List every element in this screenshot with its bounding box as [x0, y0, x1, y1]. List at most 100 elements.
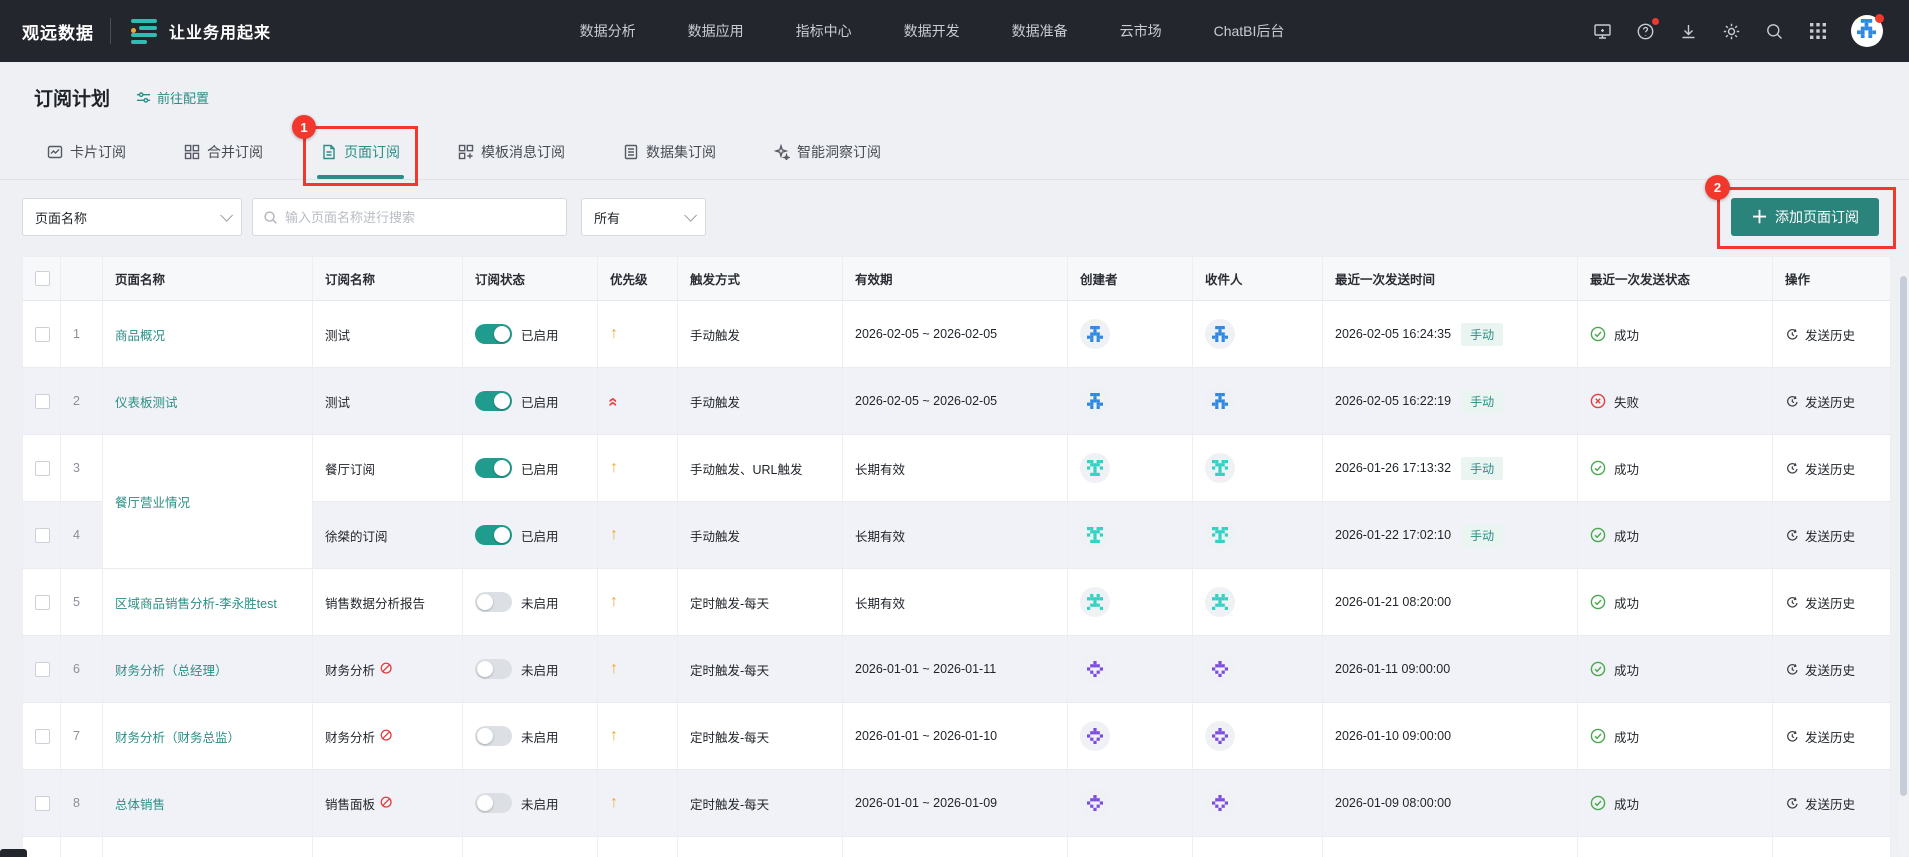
tab-模板消息订阅[interactable]: 模板消息订阅 [454, 128, 569, 179]
floating-widget-partial [0, 849, 27, 857]
row-index: 2 [60, 367, 103, 435]
nav-item-2[interactable]: 指标中心 [796, 21, 852, 41]
user-avatar[interactable] [1850, 14, 1884, 47]
subscription-toggle[interactable] [475, 525, 512, 545]
nav-item-3[interactable]: 数据开发 [904, 21, 960, 41]
page-link[interactable]: 财务分析（总经理） [115, 664, 228, 678]
row-checkbox[interactable] [35, 661, 50, 677]
page-link[interactable]: 餐厅营业情况 [115, 496, 190, 510]
identicon-cyan [1212, 460, 1228, 476]
download-icon[interactable] [1679, 21, 1699, 41]
prohibit-icon [380, 729, 392, 741]
priority-up-icon: ↑ [610, 727, 618, 744]
send-history-link[interactable]: 发送历史 [1785, 727, 1878, 746]
recipient-avatar [1205, 654, 1235, 684]
scrollbar-thumb[interactable] [1900, 276, 1907, 796]
page-link[interactable]: 总体销售 [115, 798, 165, 812]
validity-period: 2026-01-01 ~ 2026-01-10 [842, 702, 1068, 770]
last-send-time: 2026-02-05 16:22:19 [1335, 394, 1452, 408]
success-icon [1590, 326, 1606, 342]
last-send-time: 2026-01-09 08:00:00 [1335, 796, 1452, 810]
screencast-icon[interactable] [1593, 21, 1613, 41]
column-header: 页面名称 [102, 256, 313, 301]
send-status-label: 失败 [1614, 395, 1640, 410]
trigger-method: 定时触发-每天 [677, 568, 843, 636]
tab-合并订阅[interactable]: 合并订阅 [180, 128, 267, 179]
top-navbar: 观远数据 让业务用起来 数据分析 数据应用 指标中心 数据开发 数据准备 云市场 ChatB… [0, 0, 1909, 62]
search-input[interactable] [285, 209, 556, 225]
chevron-down-icon [220, 208, 233, 222]
row-checkbox[interactable] [35, 393, 50, 409]
send-history-link[interactable]: 发送历史 [1785, 459, 1878, 478]
nav-item-6[interactable]: ChatBI后台 [1214, 21, 1285, 41]
row-checkbox[interactable] [35, 594, 50, 610]
trigger-method: 手动触发 [677, 367, 843, 435]
manual-tag: 手动 [1461, 523, 1504, 547]
send-history-link[interactable]: 发送历史 [1785, 660, 1878, 679]
select-all-checkbox[interactable] [35, 271, 50, 287]
identicon-purple [1212, 728, 1228, 744]
validity-period: 2026-01-01 ~ 2026-01-09 [842, 769, 1068, 837]
add-page-subscription-button[interactable]: ＋ 添加页面订阅 [1731, 198, 1879, 236]
gear-icon[interactable] [1722, 21, 1742, 41]
subscription-toggle[interactable] [475, 324, 512, 344]
page-link[interactable]: 仪表板测试 [115, 396, 178, 410]
toggle-state-label: 已启用 [521, 462, 559, 477]
nav-item-5[interactable]: 云市场 [1120, 21, 1162, 41]
row-checkbox[interactable] [35, 795, 50, 811]
subscription-name: 销售数据分析报告 [325, 596, 426, 611]
subscription-toggle[interactable] [475, 793, 512, 813]
search-icon[interactable] [1765, 21, 1785, 41]
column-header: 操作 [1772, 256, 1891, 301]
toggle-state-label: 已启用 [521, 529, 559, 544]
row-checkbox[interactable] [35, 527, 50, 543]
help-icon[interactable] [1636, 18, 1659, 41]
column-header: 订阅状态 [462, 256, 598, 301]
subscription-toggle[interactable] [475, 726, 512, 746]
send-history-link[interactable]: 发送历史 [1785, 526, 1878, 545]
history-icon [1787, 797, 1798, 809]
identicon-blue [1857, 19, 1877, 38]
send-history-link[interactable]: 发送历史 [1785, 794, 1878, 813]
page-title: 订阅计划 [34, 88, 111, 110]
tab-页面订阅[interactable]: 1 页面订阅 [292, 115, 418, 186]
recipient-avatar [1205, 386, 1235, 416]
brand-logo-icon [127, 18, 157, 44]
nav-item-4[interactable]: 数据准备 [1012, 21, 1068, 41]
send-history-link[interactable]: 发送历史 [1785, 392, 1878, 411]
row-checkbox[interactable] [35, 326, 50, 342]
add-subscription-area: 2 ＋ 添加页面订阅 [1705, 175, 1896, 249]
send-status-label: 成功 [1614, 328, 1640, 343]
filter-field-select[interactable]: 页面名称 [22, 198, 242, 236]
subscription-toggle[interactable] [475, 458, 512, 478]
identicon-cyan2 [1087, 594, 1103, 610]
send-history-link[interactable]: 发送历史 [1785, 593, 1878, 612]
subscription-toggle[interactable] [475, 592, 512, 612]
vertical-scrollbar[interactable] [1899, 272, 1908, 857]
creator-avatar [1080, 453, 1110, 483]
last-send-time: 2026-01-26 17:13:32 [1335, 461, 1452, 475]
apps-grid-icon[interactable] [1808, 21, 1828, 41]
row-index: 6 [60, 635, 103, 703]
subscription-toggle[interactable] [475, 659, 512, 679]
tab-数据集订阅[interactable]: 数据集订阅 [619, 128, 720, 179]
tab-卡片订阅[interactable]: 卡片订阅 [43, 128, 130, 179]
search-box [252, 198, 567, 236]
status-filter-select[interactable]: 所有 [581, 198, 706, 236]
send-history-link[interactable]: 发送历史 [1785, 325, 1878, 344]
page-link[interactable]: 财务分析（财务总监） [115, 731, 240, 745]
row-index: 8 [60, 769, 103, 837]
nav-item-0[interactable]: 数据分析 [580, 21, 636, 41]
subscription-toggle[interactable] [475, 391, 512, 411]
nav-item-1[interactable]: 数据应用 [688, 21, 744, 41]
identicon-cyan [1212, 527, 1228, 543]
history-icon [1787, 663, 1798, 675]
page-link[interactable]: 区域商品销售分析-李永胜test [115, 597, 277, 611]
row-checkbox[interactable] [35, 728, 50, 744]
creator-avatar [1080, 788, 1110, 818]
go-to-config-link[interactable]: 前往配置 [136, 88, 209, 107]
tab-智能洞察订阅[interactable]: 智能洞察订阅 [770, 128, 885, 179]
page-link[interactable]: 商品概况 [115, 329, 165, 343]
prohibit-icon [380, 796, 392, 808]
row-checkbox[interactable] [35, 460, 50, 476]
